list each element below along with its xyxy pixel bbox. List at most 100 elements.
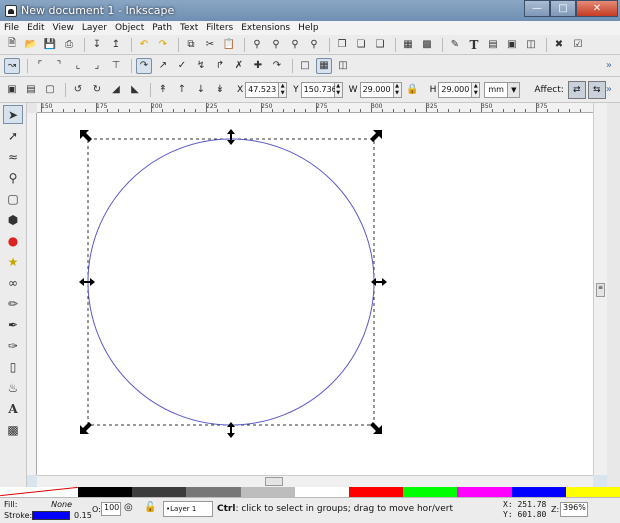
snap-smooth-icon[interactable]: ↱ <box>212 58 228 74</box>
snap-guide-icon[interactable]: ◫ <box>335 58 351 74</box>
horizontal-scrollbar[interactable] <box>37 475 593 487</box>
zoom-page-icon[interactable]: ⚲ <box>287 37 303 53</box>
scale-stroke-icon[interactable]: ⇄ <box>567 80 586 99</box>
palette-swatch[interactable] <box>403 487 458 497</box>
zoom-width-icon[interactable]: ⚲ <box>306 37 322 53</box>
drawing-canvas[interactable] <box>37 113 593 475</box>
minimize-button[interactable]: — <box>524 0 550 17</box>
scale-handle-s[interactable] <box>227 422 235 438</box>
lower-icon[interactable]: ↓ <box>193 82 209 98</box>
align-distribute-icon[interactable]: ◫ <box>523 37 539 53</box>
menu-extensions[interactable]: Extensions <box>237 23 294 33</box>
snap-bbox-midpoint-icon[interactable]: ⌟ <box>89 58 105 74</box>
flip-vertical-icon[interactable]: ◣ <box>127 82 143 98</box>
selected-circle[interactable] <box>87 138 375 426</box>
snap-page-border-icon[interactable]: □ <box>297 58 313 74</box>
scale-handle-nw[interactable] <box>80 130 92 142</box>
zoom-selection-icon[interactable]: ⚲ <box>249 37 265 53</box>
menu-file[interactable]: File <box>0 23 23 33</box>
x-input[interactable]: 47.523 <box>245 81 280 98</box>
menu-layer[interactable]: Layer <box>78 23 111 33</box>
y-spinner[interactable]: ▲ ▼ <box>334 81 343 98</box>
w-input[interactable]: 29.000 <box>359 81 394 98</box>
ellipse-tool-icon[interactable]: ● <box>3 231 23 250</box>
unlink-clone-icon[interactable]: ❑ <box>372 37 388 53</box>
xml-editor-icon[interactable]: ▣ <box>504 37 520 53</box>
menu-text[interactable]: Text <box>176 23 202 33</box>
maximize-button[interactable]: □ <box>550 0 576 17</box>
palette-swatch[interactable] <box>294 487 350 497</box>
fill-stroke-icon[interactable]: ✎ <box>447 37 463 53</box>
y-input[interactable]: 150.736 <box>300 81 337 98</box>
lower-to-bottom-icon[interactable]: ↡ <box>212 82 228 98</box>
snap-bbox-corner-icon[interactable]: ⌞ <box>70 58 86 74</box>
star-tool-icon[interactable]: ★ <box>3 252 23 271</box>
open-icon[interactable]: 📂 <box>23 37 39 53</box>
zoom-drawing-icon[interactable]: ⚲ <box>268 37 284 53</box>
palette-swatch[interactable] <box>511 487 566 497</box>
snap-cusp-icon[interactable]: ↯ <box>193 58 209 74</box>
new-document-icon[interactable]: 🗎 <box>4 37 20 53</box>
select-all-layers-icon[interactable]: ▤ <box>23 82 39 98</box>
copy-icon[interactable]: ⧉ <box>183 37 199 53</box>
scale-handle-w[interactable] <box>79 278 95 286</box>
overflow-chevron-icon[interactable]: » <box>606 84 612 95</box>
tweak-tool-icon[interactable]: ≈ <box>3 147 23 166</box>
paste-icon[interactable]: 📋 <box>221 37 237 53</box>
redo-icon[interactable]: ↷ <box>155 37 171 53</box>
vertical-scrollbar[interactable]: ≡ <box>593 103 607 475</box>
raise-icon[interactable]: ↑ <box>174 82 190 98</box>
lock-ratio-icon[interactable]: 🔒 <box>405 82 421 98</box>
pen-tool-icon[interactable]: ✒ <box>3 315 23 334</box>
deselect-icon[interactable]: ▢ <box>42 82 58 98</box>
text-tool-icon[interactable]: A <box>3 399 23 418</box>
menu-help[interactable]: Help <box>294 23 323 33</box>
menu-path[interactable]: Path <box>148 23 176 33</box>
vertical-scroll-thumb[interactable]: ≡ <box>596 283 605 297</box>
horizontal-ruler[interactable]: 150 175 200 225 250 275 300 325 350 375 <box>37 103 593 113</box>
layer-select[interactable]: •Layer 1 <box>163 501 213 517</box>
snap-toggle-icon[interactable]: ↝ <box>4 57 20 74</box>
menu-filters[interactable]: Filters <box>202 23 237 33</box>
horizontal-scroll-thumb[interactable] <box>265 477 283 486</box>
palette-swatch[interactable] <box>132 487 187 497</box>
preferences-icon[interactable]: ☑ <box>570 37 586 53</box>
text-font-icon[interactable]: T <box>466 37 482 53</box>
lock-icon[interactable]: 🔓 <box>144 502 156 513</box>
rotate-cw-icon[interactable]: ↻ <box>89 82 105 98</box>
ungroup-icon[interactable]: ▩ <box>419 37 435 53</box>
document-properties-icon[interactable]: ✖ <box>551 37 567 53</box>
snap-bbox-edge-icon[interactable]: ⌝ <box>51 58 67 74</box>
snap-bbox-center-icon[interactable]: ⊤ <box>108 58 124 74</box>
cut-icon[interactable]: ✂ <box>202 37 218 53</box>
scale-handle-sw[interactable] <box>80 422 92 434</box>
palette-swatch[interactable] <box>349 487 404 497</box>
zoom-tool-icon[interactable]: ⚲ <box>3 168 23 187</box>
zoom-input[interactable]: 396% <box>560 502 588 517</box>
scale-handle-ne[interactable] <box>370 130 382 142</box>
raise-to-top-icon[interactable]: ↟ <box>155 82 171 98</box>
scale-handle-se[interactable] <box>370 422 382 434</box>
chevron-down-icon[interactable]: ▼ <box>508 81 521 98</box>
import-icon[interactable]: ↧ <box>89 37 105 53</box>
fill-indicator[interactable]: None <box>36 500 72 509</box>
3d-box-tool-icon[interactable]: ⬢ <box>3 210 23 229</box>
palette-swatch[interactable] <box>565 487 620 497</box>
vertical-ruler[interactable] <box>27 113 37 475</box>
palette-none-swatch[interactable] <box>0 487 78 497</box>
snap-grid-icon[interactable]: ▦ <box>316 57 332 74</box>
opacity-input[interactable]: 100 <box>101 502 121 516</box>
flip-horizontal-icon[interactable]: ◢ <box>108 82 124 98</box>
snap-nodes-icon[interactable]: ↷ <box>136 57 152 74</box>
snap-bbox-icon[interactable]: ⌜ <box>32 58 48 74</box>
scale-corners-icon[interactable]: ⇆ <box>587 80 606 99</box>
menu-edit[interactable]: Edit <box>23 23 48 33</box>
overflow-chevron-icon[interactable]: » <box>606 60 612 71</box>
export-icon[interactable]: ↥ <box>108 37 124 53</box>
eraser-tool-icon[interactable]: ▯ <box>3 357 23 376</box>
palette-swatch[interactable] <box>186 487 241 497</box>
w-spinner[interactable]: ▲ ▼ <box>393 81 402 98</box>
stroke-indicator[interactable] <box>32 511 70 520</box>
spray-tool-icon[interactable]: ▩ <box>3 420 23 439</box>
palette-swatch[interactable] <box>457 487 512 497</box>
